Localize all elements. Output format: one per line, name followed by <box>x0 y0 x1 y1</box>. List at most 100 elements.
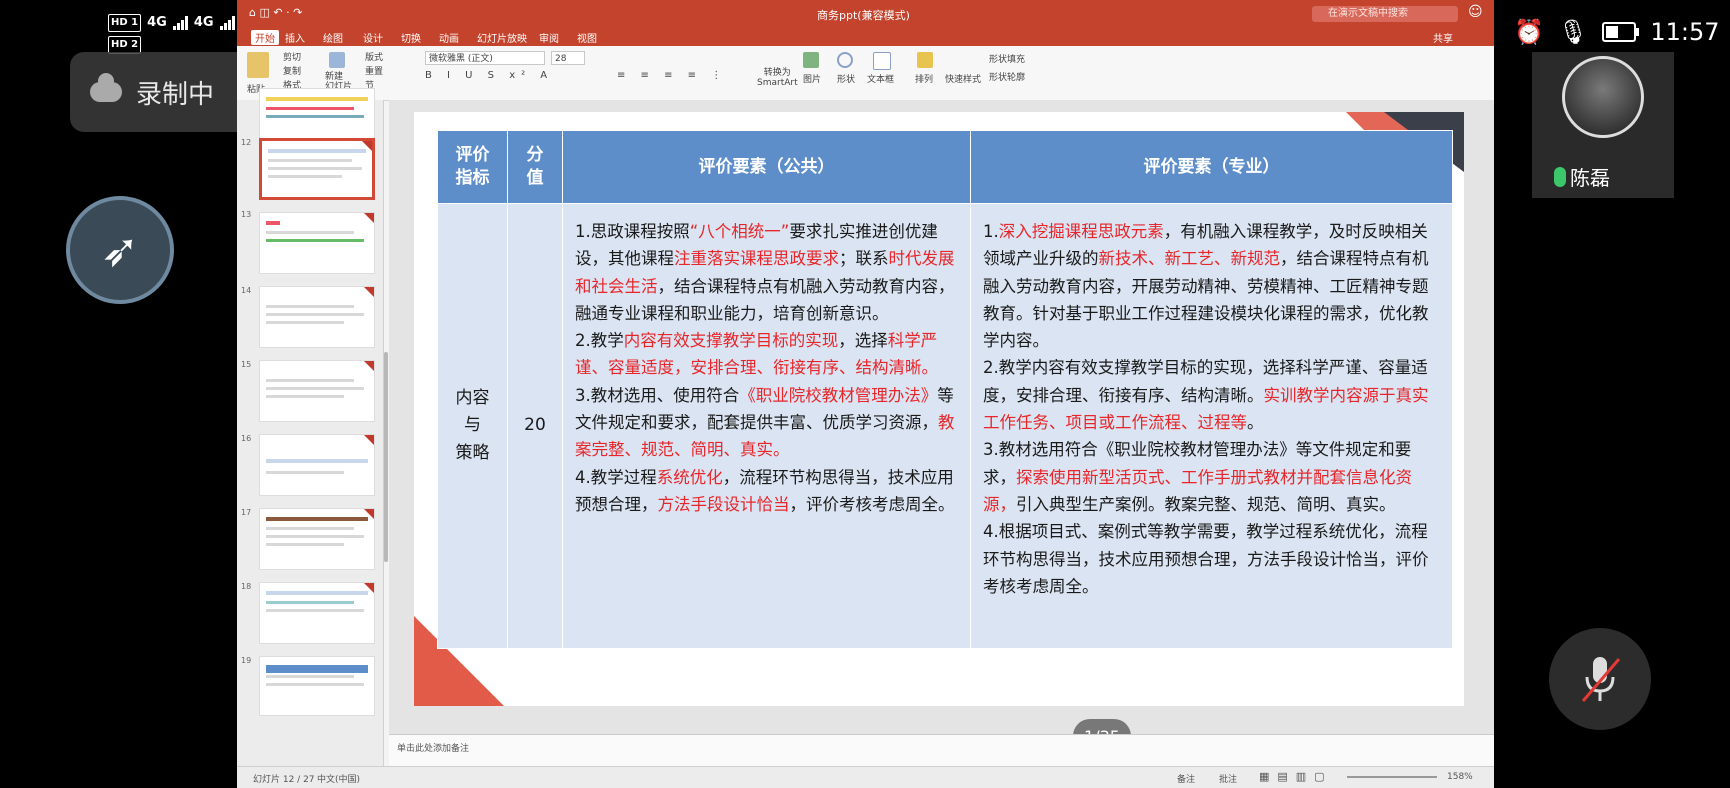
criteria-paragraph: 3.教材选用符合《职业院校教材管理办法》等文件规定和要求，探索使用新型活页式、工… <box>983 436 1442 518</box>
signal-icon-1 <box>172 16 188 30</box>
recording-label: 录制中 <box>136 79 215 110</box>
slide-workspace: 评价 指标 分 值 评价要素（公共） 评价要素（专业） 内容 与 策略 20 1… <box>389 100 1494 734</box>
tab-view[interactable]: 视图 <box>577 30 597 45</box>
slide-thumbnail[interactable] <box>259 360 375 422</box>
slide-thumbnail-selected[interactable] <box>259 138 375 200</box>
paragraph-icons[interactable]: ≡ ≡ ≡ ≡ ⋮ <box>617 70 727 81</box>
search-input[interactable]: 在演示文稿中搜索 <box>1312 6 1458 22</box>
phone-status-left: HD 1 4G 4G HD 2 <box>108 14 235 54</box>
row-score: 20 <box>507 203 563 649</box>
thumbnail-number: 18 <box>241 582 252 591</box>
network-label-2: 4G <box>193 15 214 30</box>
criteria-text: 4.根据项目式、案例式等教学需要，教学过程系统优化，流程环节构思得当，技术应用预… <box>983 522 1429 596</box>
thumbnail-number: 16 <box>241 434 252 443</box>
criteria-paragraph: 4.根据项目式、案例式等教学需要，教学过程系统优化，流程环节构思得当，技术应用预… <box>983 518 1442 600</box>
header-score: 分 值 <box>507 130 563 204</box>
zoom-level: 158% <box>1447 772 1473 782</box>
row-label: 内容 与 策略 <box>437 203 508 649</box>
quick-styles-button[interactable]: 快速样式 <box>945 72 981 85</box>
battery-icon <box>1602 22 1640 42</box>
tab-transitions[interactable]: 切换 <box>401 30 421 45</box>
textbox-label: 文本框 <box>867 75 895 85</box>
evaluation-table: 评价 指标 分 值 评价要素（公共） 评价要素（专业） 内容 与 策略 20 1… <box>437 130 1453 649</box>
smartart-button[interactable]: 转换为 SmartArt <box>757 68 798 88</box>
highlight-text: “八个相统一” <box>689 222 790 241</box>
thumbnail-number: 13 <box>241 210 252 219</box>
slide-thumbnail-panel: 12 13 14 15 16 17 18 19 <box>237 88 384 766</box>
highlight-text: 深入挖掘课程思政元素 <box>998 222 1164 241</box>
dingtalk-logo-icon[interactable]: ➶ <box>66 196 174 304</box>
thumbnail-number: 17 <box>241 508 252 517</box>
tab-animations[interactable]: 动画 <box>439 30 459 45</box>
participant-video[interactable]: 陈磊 <box>1532 52 1674 198</box>
font-family-select[interactable]: 微软雅黑 (正文) <box>425 51 545 65</box>
highlight-text: 系统优化 <box>656 467 723 487</box>
criteria-paragraph: 3.教材选用、使用符合《职业院校教材管理办法》等文件规定和要求，配套提供丰富、优… <box>575 382 960 464</box>
criteria-text: ，选择 <box>838 331 888 351</box>
mic-muted-icon <box>1581 657 1621 702</box>
new-slide-icon[interactable] <box>329 52 345 68</box>
picture-icon[interactable] <box>803 52 819 68</box>
slide-thumbnail[interactable] <box>259 656 375 716</box>
language-label: 中文(中国) <box>317 775 361 785</box>
criteria-text: 4.教学过程 <box>575 467 657 487</box>
slide-thumbnail[interactable] <box>259 212 375 274</box>
share-button[interactable]: 共享 <box>1433 30 1453 45</box>
user-icon[interactable]: ☺ <box>1468 4 1483 20</box>
criteria-paragraph: 4.教学过程系统优化，流程环节构思得当，技术应用预想合理，方法手段设计恰当，评价… <box>575 464 960 519</box>
mute-button[interactable] <box>1549 628 1651 730</box>
view-mode-icons[interactable]: ▦▤▥▢ <box>1259 770 1333 783</box>
tab-design[interactable]: 设计 <box>363 30 383 45</box>
font-size-select[interactable]: 28 <box>551 51 585 65</box>
window-controls-icon[interactable]: ⌂ ◫ ↶ · ↷ <box>249 6 302 19</box>
criteria-text: ；联系 <box>839 249 889 269</box>
arrange-icon[interactable] <box>917 52 933 68</box>
zoom-slider[interactable] <box>1347 776 1437 778</box>
criteria-paragraph: 1.深入挖掘课程思政元素，有机融入课程教学，及时反映相关领域产业升级的新技术、新… <box>983 218 1442 354</box>
criteria-text: 2.教学 <box>575 331 624 351</box>
tab-review[interactable]: 审阅 <box>539 30 559 45</box>
status-bar: 幻灯片 12 / 27 中文(中国) 备注 批注 ▦▤▥▢ 158% <box>237 766 1494 788</box>
highlight-text: 新技术、新工艺、新规范 <box>1098 249 1281 269</box>
criteria-text: ，评价考核考虑周全。 <box>789 494 955 514</box>
comments-button[interactable]: 批注 <box>1219 772 1237 785</box>
header-public: 评价要素（公共） <box>562 130 971 204</box>
shape-outline-button[interactable]: 形状轮廓 <box>989 70 1025 83</box>
layout-button[interactable]: 版式 <box>365 50 383 63</box>
slide-thumbnail[interactable] <box>259 582 375 644</box>
criteria-paragraph: 2.教学内容有效支撑教学目标的实现，选择科学严谨、容量适度，安排合理、衔接有序、… <box>575 327 960 382</box>
cut-button[interactable]: 剪切 <box>283 50 301 63</box>
tab-draw[interactable]: 绘图 <box>323 30 343 45</box>
signal-icon-2 <box>219 16 235 30</box>
participant-avatar <box>1562 56 1644 138</box>
cloud-icon <box>90 73 122 102</box>
phone-status-right: ⏰ 🎙 11:57 <box>1514 18 1720 46</box>
notes-placeholder: 单击此处添加备注 <box>397 744 470 754</box>
shape-fill-button[interactable]: 形状填充 <box>989 52 1025 65</box>
thumbnail-scrollbar[interactable] <box>384 352 388 562</box>
slide-thumbnail[interactable] <box>259 508 375 570</box>
slide-thumbnail[interactable] <box>259 434 375 496</box>
shape-icon[interactable] <box>837 52 853 68</box>
tab-slideshow[interactable]: 幻灯片放映 <box>477 30 527 45</box>
criteria-paragraph: 1.思政课程按照“八个相统一”要求扎实推进创优建设，其他课程注重落实课程思政要求… <box>575 218 960 327</box>
highlight-text: 《职业院校教材管理办法》 <box>739 385 938 405</box>
notes-pane[interactable]: 单击此处添加备注 <box>389 734 1494 767</box>
tab-home[interactable]: 开始 <box>251 30 279 45</box>
highlight-text: 内容有效支撑教学目标的实现 <box>623 331 839 351</box>
slide-thumbnail[interactable] <box>259 286 375 348</box>
reset-button[interactable]: 重置 <box>365 64 383 77</box>
notes-button[interactable]: 备注 <box>1177 772 1195 785</box>
slide-canvas[interactable]: 评价 指标 分 值 评价要素（公共） 评价要素（专业） 内容 与 策略 20 1… <box>414 112 1464 706</box>
tab-insert[interactable]: 插入 <box>285 30 305 45</box>
alarm-icon: ⏰ <box>1514 18 1544 46</box>
title-bar: ⌂ ◫ ↶ · ↷ 商务ppt(兼容模式) 在演示文稿中搜索 ☺ <box>237 0 1494 28</box>
highlight-text: 方法手段设计恰当 <box>657 494 790 514</box>
copy-button[interactable]: 复制 <box>283 64 301 77</box>
paste-icon[interactable] <box>247 52 269 78</box>
mic-active-icon <box>1554 166 1566 187</box>
criteria-text: 1. <box>983 222 999 241</box>
textbox-icon[interactable] <box>873 52 891 70</box>
font-format-icons[interactable]: B I U S x² A <box>425 70 553 81</box>
public-criteria-text: 1.思政课程按照“八个相统一”要求扎实推进创优建设，其他课程注重落实课程思政要求… <box>575 218 960 518</box>
